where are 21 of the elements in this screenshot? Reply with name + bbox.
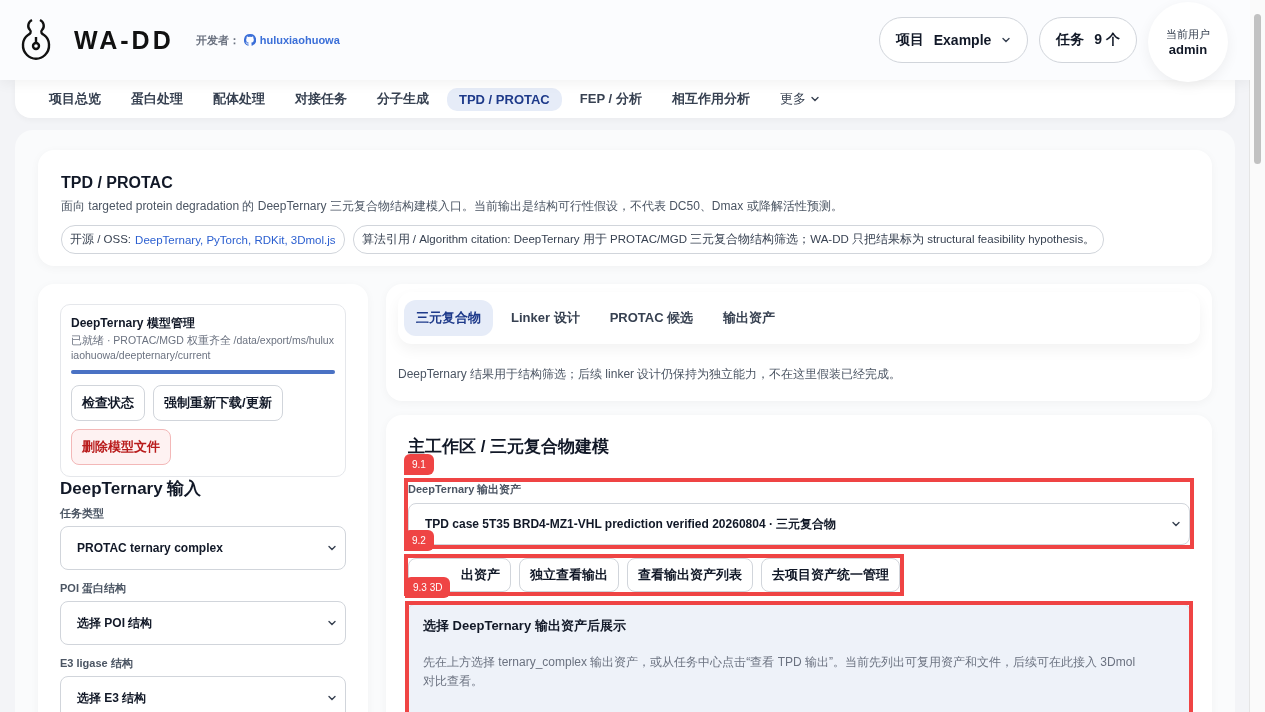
field-label: DeepTernary 输出资产 — [408, 482, 523, 497]
field-label: 任务类型 — [60, 507, 105, 521]
current-user-label: 当前用户 — [1166, 27, 1210, 42]
section-title: TPD / PROTAC — [61, 174, 174, 192]
current-user-name: admin — [1168, 42, 1208, 57]
chip-label: 开源 / OSS: — [70, 232, 132, 247]
field-label: POI 蛋白结构 — [60, 582, 127, 596]
developer-label: 开发者： — [195, 32, 240, 48]
annotation-tooltip: 9.1 — [404, 454, 434, 475]
viewer-hint: 先在上方选择 ternary_complex 输出资产，或从任务中心点击“查看 TPD 输出”。当前先列出可复用资产和文件，后续可在此接入 3Dmol 对比查看。 — [423, 654, 1137, 691]
panel-title: DeepTernary 输入 — [60, 479, 203, 500]
citation-chip: 算法引用 / Algorithm citation: DeepTernary 用于 PROTAC/MGD 三元复合物结构筛选；WA-DD 只把结果标为 structural feasibility hypothesis。 — [352, 225, 1105, 254]
field-label: E3 ligase 结构 — [60, 657, 134, 671]
tab-note: DeepTernary 结果用于结构筛选；后续 linker 设计仍保持为独立能力，不在这里假装已经完成。 — [398, 366, 903, 383]
annotation-tooltip: 9.3 3D — [405, 577, 451, 598]
card-title: DeepTernary 模型管理 — [71, 316, 196, 331]
section-description: 面向 targeted protein degradation 的 DeepTernary 三元复合物结构建模入口。当前输出是结构可行性假设，不代表 DC50、Dmax 或降解活性预测。 — [61, 198, 844, 215]
app-logo-text: WA-DD — [74, 25, 174, 55]
viewer-title: 选择 DeepTernary 输出资产后展示 — [423, 617, 627, 635]
model-status: 已就绪 · PROTAC/MGD 权重齐全 /data/export/ms/huluxiaohuowa/deepternary/current — [71, 333, 335, 363]
annotation-tooltip: 9.2 — [404, 530, 434, 551]
